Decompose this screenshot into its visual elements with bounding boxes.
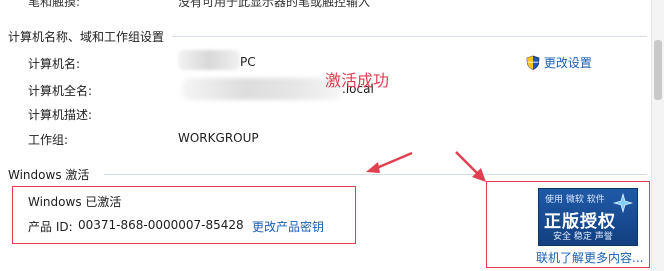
description-label: 计算机描述: (28, 108, 93, 122)
shield-icon (526, 55, 540, 73)
pen-touch-value: 没有可用于此显示器的笔或触控输入 (178, 0, 371, 9)
product-id-label: 产品 ID: (28, 220, 73, 234)
workgroup-label: 工作组: (28, 133, 69, 147)
learn-more-link[interactable]: 联机了解更多内容... (536, 249, 643, 266)
badge-top-text: 使用 微软 软件 (545, 195, 605, 205)
redacted-name (178, 50, 240, 70)
annotation-text: 激活成功 (325, 71, 390, 90)
vertical-scrollbar[interactable] (651, 0, 664, 271)
scrollbar-thumb[interactable] (654, 40, 662, 100)
product-id-value: 00371-868-0000007-85428 (78, 218, 244, 232)
computer-name-label: 计算机名: (28, 57, 81, 71)
badge-sub-text: 安全 稳定 声誉 (553, 232, 613, 242)
annotation-arrows (366, 151, 486, 182)
star-icon (612, 192, 634, 216)
full-name-label: 计算机全名: (28, 84, 93, 98)
pen-touch-label: 笔和触摸: (28, 0, 81, 9)
genuine-badge[interactable]: 使用 微软 软件 正版授权 安全 稳定 声誉 (538, 188, 638, 246)
change-settings-link[interactable]: 更改设置 (526, 54, 592, 73)
section-divider (172, 36, 647, 37)
redacted-full-name (182, 78, 342, 100)
workgroup-value: WORKGROUP (178, 131, 259, 145)
computer-settings-title: 计算机名称、域和工作组设置 (8, 30, 165, 44)
computer-name-value: PC (240, 55, 256, 69)
activation-status: Windows 已激活 (28, 195, 122, 209)
activation-title: Windows 激活 (8, 168, 90, 182)
change-product-key-link[interactable]: 更改产品密钥 (252, 218, 324, 235)
change-settings-text[interactable]: 更改设置 (544, 56, 592, 70)
